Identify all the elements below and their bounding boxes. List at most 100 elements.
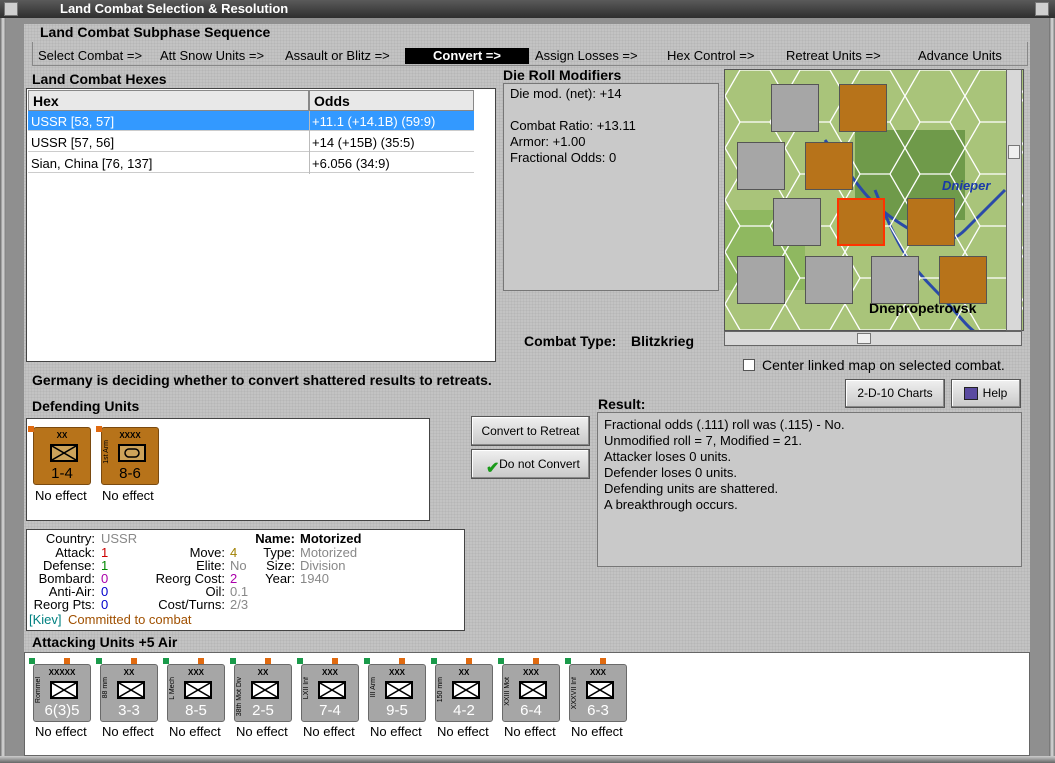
map-counter-selected[interactable] xyxy=(837,198,885,246)
linked-map[interactable]: Dnieper Dnepropetrovsk xyxy=(724,69,1024,331)
infantry-symbol-icon xyxy=(50,444,78,462)
unit-size: XXX xyxy=(187,668,204,677)
unit-flag-icon xyxy=(163,658,169,664)
unit-flag-icon xyxy=(297,658,303,664)
attacking-unit[interactable]: XX 150 mm 4-2 xyxy=(435,664,493,722)
unit-side-label: III Arm xyxy=(370,677,377,698)
unit-strength: 6(3)5 xyxy=(44,702,80,719)
unit-flag-icon xyxy=(29,658,35,664)
map-vscroll-thumb[interactable] xyxy=(1008,145,1020,159)
unit-symbol-icon xyxy=(251,681,279,699)
attacking-unit[interactable]: XXX XXIII Mot 6-4 xyxy=(502,664,560,722)
modifier-line: Fractional Odds: 0 xyxy=(510,150,617,165)
unit-flag-icon xyxy=(466,658,472,664)
name-value: Motorized xyxy=(300,531,362,546)
defenders-title: Defending Units xyxy=(32,398,140,414)
map-counter[interactable] xyxy=(773,198,821,246)
unit-strength: 2-5 xyxy=(252,702,274,719)
unit-effect: No effect xyxy=(437,724,489,739)
attacking-unit[interactable]: XXXXX Rommel 6(3)5 xyxy=(33,664,91,722)
unit-flag-icon xyxy=(96,658,102,664)
odds-column-header[interactable]: Odds xyxy=(309,90,474,111)
unit-flag-icon xyxy=(565,658,571,664)
unit-symbol-icon xyxy=(452,681,480,699)
result-title: Result: xyxy=(598,396,646,412)
center-map-label: Center linked map on selected combat. xyxy=(762,357,1005,373)
center-map-checkbox[interactable] xyxy=(743,359,755,371)
attacking-unit[interactable]: XXX XXXVII Inf 6-3 xyxy=(569,664,627,722)
unit-effect: No effect xyxy=(370,724,422,739)
system-menu-icon[interactable] xyxy=(4,2,18,16)
attacking-unit[interactable]: XXX LXII Inf 7-4 xyxy=(301,664,359,722)
map-counter[interactable] xyxy=(939,256,987,304)
map-vertical-scrollbar[interactable] xyxy=(1006,69,1022,331)
unit-strength: 9-5 xyxy=(386,702,408,719)
unit-side-label: LXII Inf xyxy=(303,677,310,700)
unit-side-label: Rommel xyxy=(35,677,42,704)
unit-strength: 8-5 xyxy=(185,702,207,719)
attacking-unit[interactable]: XXX L Mech 8-5 xyxy=(167,664,225,722)
map-counter[interactable] xyxy=(771,84,819,132)
checkmark-icon: ✔ xyxy=(486,460,500,477)
attacking-unit[interactable]: XX 38th Mot Div 2-5 xyxy=(234,664,292,722)
unit-effect: No effect xyxy=(102,724,154,739)
seq-step-select-combat: Select Combat => xyxy=(38,48,143,63)
result-line: Fractional odds (.111) roll was (.115) -… xyxy=(604,417,845,432)
unit-effect: No effect xyxy=(571,724,623,739)
modifier-line: Die mod. (net): +14 xyxy=(510,86,622,101)
status-message: Germany is deciding whether to convert s… xyxy=(32,372,492,388)
close-icon[interactable] xyxy=(1035,2,1049,16)
map-counter[interactable] xyxy=(805,256,853,304)
name-label: Name: xyxy=(255,531,295,546)
help-button[interactable]: Help xyxy=(951,379,1021,408)
attacking-unit[interactable]: XX 88 mm 3-3 xyxy=(100,664,158,722)
result-line: A breakthrough occurs. xyxy=(604,497,738,512)
hex-row[interactable]: USSR [57, 56] +14 (+15B) (35:5) xyxy=(28,132,474,152)
map-counter[interactable] xyxy=(805,142,853,190)
defending-unit[interactable]: XX 1-4 xyxy=(33,427,91,485)
hex-row[interactable]: Sian, China [76, 137] +6.056 (34:9) xyxy=(28,153,474,173)
charts-button[interactable]: 2-D-10 Charts xyxy=(845,379,945,408)
defending-unit[interactable]: XXXX 1st Arm 8-6 xyxy=(101,427,159,485)
map-counter[interactable] xyxy=(737,142,785,190)
unit-size: XXX xyxy=(589,668,606,677)
hex-row[interactable]: USSR [53, 57] +11.1 (+14.1B) (59:9) xyxy=(28,111,474,131)
unit-flag-icon xyxy=(265,658,271,664)
unit-effect: No effect xyxy=(504,724,556,739)
do-not-convert-label: Do not Convert xyxy=(499,457,580,471)
window-title: Land Combat Selection & Resolution xyxy=(60,1,289,16)
convert-to-retreat-button[interactable]: Convert to Retreat xyxy=(471,416,590,446)
unit-size: XXX xyxy=(388,668,405,677)
hex-column-header[interactable]: Hex xyxy=(28,90,309,111)
unit-flag-icon xyxy=(332,658,338,664)
map-horizontal-scrollbar[interactable] xyxy=(724,331,1022,346)
unit-symbol-icon xyxy=(519,681,547,699)
unit-symbol-icon xyxy=(117,681,145,699)
unit-symbol-icon xyxy=(385,681,413,699)
reorg-label: Reorg Pts: xyxy=(33,597,95,612)
unit-flag-icon xyxy=(364,658,370,664)
seq-step-assault-blitz: Assault or Blitz => xyxy=(285,48,390,63)
unit-side-label: 1st Arm xyxy=(103,440,110,464)
reorg-value: 0 xyxy=(101,597,109,612)
map-hscroll-thumb[interactable] xyxy=(857,333,871,344)
hex-cell: Sian, China [76, 137] xyxy=(31,156,153,171)
map-counter[interactable] xyxy=(839,84,887,132)
unit-flag-icon xyxy=(600,658,606,664)
map-counter[interactable] xyxy=(871,256,919,304)
year-label: Year: xyxy=(265,571,295,586)
unit-size: XX xyxy=(458,668,470,677)
unit-flag-icon xyxy=(431,658,437,664)
map-counter[interactable] xyxy=(907,198,955,246)
map-counter[interactable] xyxy=(737,256,785,304)
cost-label: Cost/Turns: xyxy=(158,597,225,612)
unit-symbol-icon xyxy=(184,681,212,699)
attacking-unit[interactable]: XXX III Arm 9-5 xyxy=(368,664,426,722)
country-value: USSR xyxy=(101,531,138,546)
do-not-convert-button[interactable]: ✔ Do not Convert xyxy=(471,449,590,479)
unit-strength: 7-4 xyxy=(319,702,341,719)
unit-side-label: L Mech xyxy=(169,677,176,700)
year-value: 1940 xyxy=(300,571,329,586)
help-label: Help xyxy=(982,386,1008,400)
modifier-line: Armor: +1.00 xyxy=(510,134,586,149)
